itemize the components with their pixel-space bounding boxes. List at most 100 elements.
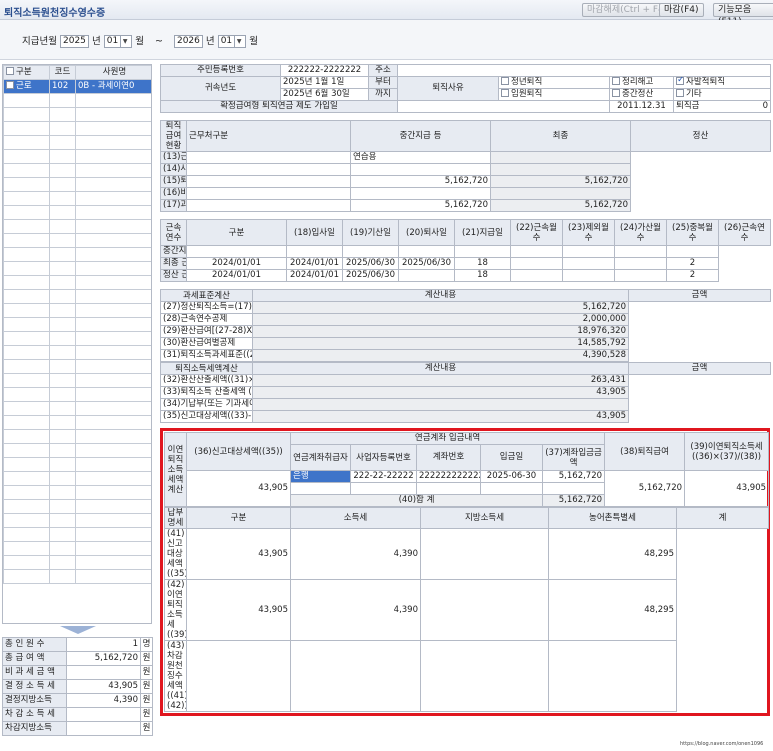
cell[interactable]: 2024/01/01 bbox=[286, 269, 343, 282]
empty-row[interactable] bbox=[3, 359, 151, 374]
empty-cell[interactable] bbox=[290, 482, 351, 495]
empty-row[interactable] bbox=[3, 541, 151, 556]
empty-row[interactable] bbox=[3, 429, 151, 444]
employee-checkbox[interactable] bbox=[6, 80, 14, 89]
cell[interactable] bbox=[562, 257, 615, 270]
close-button[interactable]: 마감(F4) bbox=[659, 3, 704, 17]
empty-row[interactable] bbox=[3, 275, 151, 290]
amount-cell[interactable] bbox=[420, 528, 549, 580]
empty-row[interactable] bbox=[3, 191, 151, 206]
cell[interactable] bbox=[510, 245, 563, 258]
retire-value[interactable]: 0 bbox=[763, 102, 768, 112]
reason-4[interactable]: 임원퇴직 bbox=[498, 88, 610, 101]
empty-cell[interactable] bbox=[350, 482, 417, 495]
checkbox-checked[interactable] bbox=[676, 77, 685, 86]
cell[interactable]: 18 bbox=[454, 257, 511, 270]
empty-row[interactable] bbox=[3, 345, 151, 360]
empty-cell[interactable] bbox=[541, 482, 606, 495]
empty-cell[interactable] bbox=[416, 482, 481, 495]
amount-cell[interactable]: 4,390 bbox=[290, 579, 421, 641]
cell[interactable]: 2 bbox=[666, 257, 719, 270]
from-year-input[interactable]: 2025 bbox=[60, 35, 89, 48]
amount-cell[interactable]: 43,905 bbox=[186, 579, 291, 641]
mid-value[interactable] bbox=[186, 175, 351, 188]
empty-row[interactable] bbox=[3, 513, 151, 528]
amount-cell[interactable]: 48,295 bbox=[548, 579, 677, 641]
empty-row[interactable] bbox=[3, 121, 151, 136]
amount-cell[interactable] bbox=[186, 640, 291, 712]
select-all-checkbox[interactable] bbox=[6, 66, 14, 75]
date-cell[interactable]: 2025-06-30 bbox=[480, 470, 543, 483]
chevron-down-icon[interactable]: ▼ bbox=[120, 36, 129, 47]
empty-row[interactable] bbox=[3, 303, 151, 318]
cell[interactable] bbox=[562, 269, 615, 282]
empty-cell[interactable] bbox=[480, 482, 543, 495]
cell[interactable]: 2025/06/30 bbox=[398, 257, 455, 270]
to-year-input[interactable]: 2026 bbox=[173, 35, 203, 48]
empty-row[interactable] bbox=[3, 401, 151, 416]
from-date[interactable]: 2025년 1월 1일 bbox=[280, 76, 369, 89]
to-month-select[interactable]: 01 ▼ bbox=[217, 35, 247, 48]
empty-row[interactable] bbox=[3, 373, 151, 388]
cell[interactable] bbox=[614, 245, 667, 258]
mid-value[interactable] bbox=[186, 163, 351, 176]
empty-row[interactable] bbox=[3, 527, 151, 542]
empty-row[interactable] bbox=[3, 107, 151, 122]
cell[interactable]: 2024/01/01 bbox=[286, 257, 343, 270]
empty-row[interactable] bbox=[3, 331, 151, 346]
cell[interactable] bbox=[614, 269, 667, 282]
amount-cell[interactable] bbox=[290, 640, 421, 712]
cell[interactable]: 2024/01/01 bbox=[186, 257, 287, 270]
cell[interactable]: 2 bbox=[666, 269, 719, 282]
reason-1[interactable]: 정년퇴직 bbox=[498, 76, 610, 89]
reason-2[interactable]: 정리해고 bbox=[609, 76, 674, 89]
cell[interactable] bbox=[398, 269, 455, 282]
cell[interactable] bbox=[286, 245, 343, 258]
empty-row[interactable] bbox=[3, 233, 151, 248]
cell[interactable] bbox=[454, 245, 511, 258]
empty-row[interactable] bbox=[3, 471, 151, 486]
empty-row[interactable] bbox=[3, 219, 151, 234]
cell[interactable] bbox=[186, 245, 287, 258]
final-value[interactable]: 5,162,720 bbox=[350, 175, 491, 188]
cell[interactable] bbox=[614, 257, 667, 270]
amount-cell[interactable] bbox=[420, 579, 549, 641]
pension-date[interactable]: 2011.12.31 bbox=[609, 100, 674, 113]
checkbox[interactable] bbox=[501, 77, 509, 85]
rrn-value[interactable]: 222222-2222222 bbox=[280, 64, 369, 77]
amount-cell[interactable] bbox=[548, 640, 677, 712]
reason-5[interactable]: 중간정산 bbox=[609, 88, 674, 101]
amount-cell[interactable]: 43,905 bbox=[186, 528, 291, 580]
cell[interactable]: 2025/06/30 bbox=[342, 257, 399, 270]
empty-row[interactable] bbox=[3, 261, 151, 276]
empty-row[interactable] bbox=[3, 555, 151, 570]
pension-value[interactable] bbox=[397, 100, 610, 113]
employee-row[interactable]: 근로 102 0B - 과세이연0 bbox=[3, 79, 151, 94]
cell[interactable] bbox=[562, 245, 615, 258]
chevron-down-icon[interactable]: ▼ bbox=[234, 36, 243, 47]
empty-row[interactable] bbox=[3, 317, 151, 332]
empty-row[interactable] bbox=[3, 247, 151, 262]
features-button[interactable]: 기능모음(F11) bbox=[713, 3, 773, 27]
empty-row[interactable] bbox=[3, 485, 151, 500]
cell[interactable] bbox=[342, 245, 399, 258]
v36[interactable]: 43,905 bbox=[186, 470, 291, 507]
empty-row[interactable] bbox=[3, 93, 151, 108]
v38[interactable]: 5,162,720 bbox=[604, 470, 686, 507]
empty-row[interactable] bbox=[3, 457, 151, 472]
addr-value[interactable] bbox=[397, 64, 771, 77]
v37-cell[interactable]: 5,162,720 bbox=[541, 470, 606, 483]
amount-cell[interactable]: 48,295 bbox=[548, 528, 677, 580]
checkbox[interactable] bbox=[612, 77, 620, 85]
checkbox[interactable] bbox=[501, 89, 509, 97]
reason-6[interactable]: 기타 bbox=[673, 88, 771, 101]
amount-cell[interactable] bbox=[420, 640, 549, 712]
to-date[interactable]: 2025년 6월 30일 bbox=[280, 88, 369, 101]
empty-row[interactable] bbox=[3, 135, 151, 150]
empty-row[interactable] bbox=[3, 163, 151, 178]
mid-value[interactable] bbox=[186, 151, 351, 164]
checkbox[interactable] bbox=[676, 89, 684, 97]
empty-row[interactable] bbox=[3, 415, 151, 430]
cell[interactable] bbox=[510, 257, 563, 270]
acctno-cell[interactable]: 222222222222 bbox=[416, 470, 481, 483]
